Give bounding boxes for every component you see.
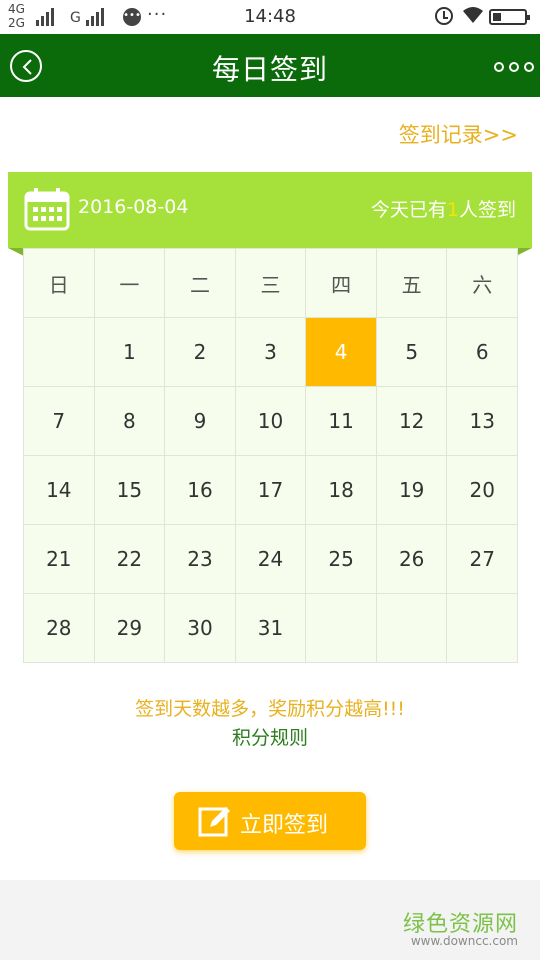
day-cell[interactable]: 21	[24, 525, 95, 594]
reward-tip: 签到天数越多，奖励积分越高!!!	[135, 698, 405, 720]
sign-record-link[interactable]: 签到记录>>	[399, 119, 518, 149]
day-cell[interactable]: 15	[94, 456, 166, 525]
day-cell[interactable]: 7	[24, 387, 95, 456]
day-cell-today[interactable]: 4	[306, 318, 377, 387]
page-title: 每日签到	[211, 53, 328, 86]
sign-count-prefix: 今天已有	[370, 199, 447, 221]
day-cell[interactable]: 17	[235, 456, 307, 525]
points-rules-link[interactable]: 积分规则	[0, 723, 540, 750]
day-cell[interactable]: 26	[376, 525, 448, 594]
day-cell	[24, 318, 95, 387]
day-cell[interactable]: 1	[94, 318, 166, 387]
day-cell[interactable]: 24	[235, 525, 307, 594]
more-button[interactable]	[494, 59, 534, 75]
wifi-icon	[463, 7, 483, 23]
day-cell[interactable]: 6	[447, 318, 519, 387]
day-cell[interactable]: 8	[94, 387, 166, 456]
day-cell[interactable]: 9	[165, 387, 236, 456]
day-cell[interactable]: 31	[235, 594, 307, 663]
sign-in-label: 立即签到	[240, 813, 329, 838]
weekday-wed: 三	[235, 249, 307, 318]
sign-count-suffix: 人签到	[458, 199, 516, 221]
date-banner: 2016-08-04 今天已有1人签到	[8, 172, 532, 248]
calendar-icon	[24, 188, 70, 231]
day-cell[interactable]: 29	[94, 594, 166, 663]
alarm-icon	[435, 7, 453, 25]
day-cell[interactable]: 3	[235, 318, 307, 387]
day-cell[interactable]: 28	[24, 594, 95, 663]
banner-fold-right	[516, 248, 532, 256]
day-cell[interactable]: 23	[165, 525, 236, 594]
day-cell[interactable]: 5	[376, 318, 448, 387]
day-cell[interactable]: 10	[235, 387, 307, 456]
day-cell[interactable]: 27	[447, 525, 519, 594]
status-time: 14:48	[244, 6, 296, 27]
day-cell[interactable]: 2	[165, 318, 236, 387]
day-cell	[447, 594, 519, 663]
week-row-4: 21 22 23 24 25 26 27	[24, 525, 519, 594]
day-cell[interactable]: 12	[376, 387, 448, 456]
day-cell[interactable]: 13	[447, 387, 519, 456]
week-row-1: 1 2 3 4 5 6	[24, 318, 519, 387]
day-cell[interactable]: 16	[165, 456, 236, 525]
sign-count: 今天已有1人签到	[371, 195, 516, 222]
calendar-grid: 日 一 二 三 四 五 六 1 2 3 4 5 6 7 8 9 10 11 12…	[23, 248, 519, 663]
day-cell[interactable]: 11	[306, 387, 377, 456]
day-cell[interactable]: 19	[376, 456, 448, 525]
week-row-5: 28 29 30 31	[24, 594, 519, 663]
weekday-tue: 二	[165, 249, 236, 318]
footer: 绿色资源网 www.downcc.com	[0, 880, 540, 960]
week-row-2: 7 8 9 10 11 12 13	[24, 387, 519, 456]
sign-count-value: 1	[446, 199, 459, 221]
sign-in-button[interactable]: 立即签到	[174, 792, 366, 850]
day-cell	[306, 594, 377, 663]
app-header: 每日签到	[0, 34, 540, 97]
banner-fold-left	[8, 248, 24, 256]
day-cell[interactable]: 22	[94, 525, 166, 594]
weekday-row: 日 一 二 三 四 五 六	[24, 249, 519, 318]
battery-icon	[489, 9, 530, 25]
day-cell[interactable]: 20	[447, 456, 519, 525]
more-dots-icon	[494, 62, 504, 72]
day-cell[interactable]: 30	[165, 594, 236, 663]
day-cell[interactable]: 18	[306, 456, 377, 525]
week-row-3: 14 15 16 17 18 19 20	[24, 456, 519, 525]
weekday-fri: 五	[376, 249, 448, 318]
weekday-sun: 日	[24, 249, 95, 318]
edit-icon	[198, 807, 230, 837]
day-cell[interactable]: 25	[306, 525, 377, 594]
day-cell	[376, 594, 448, 663]
status-bar: 4G 2G G ••• ··· 14:48	[0, 0, 540, 34]
weekday-sat: 六	[447, 249, 519, 318]
weekday-mon: 一	[94, 249, 166, 318]
weekday-thu: 四	[306, 249, 377, 318]
watermark-url: www.downcc.com	[410, 934, 518, 948]
day-cell[interactable]: 14	[24, 456, 95, 525]
current-date: 2016-08-04	[78, 196, 189, 218]
